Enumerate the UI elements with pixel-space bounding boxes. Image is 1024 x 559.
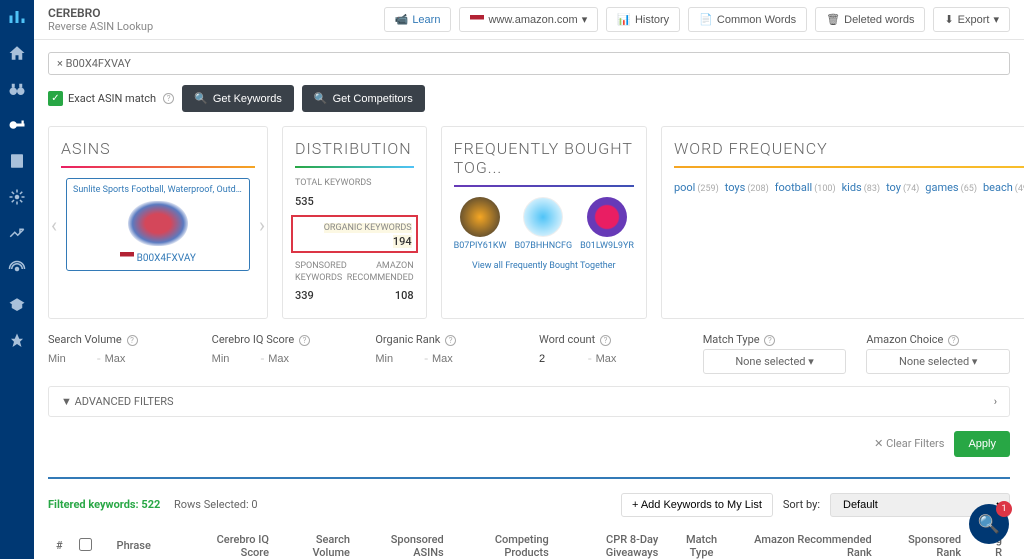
advanced-filters-toggle[interactable]: ▼ ADVANCED FILTERS› [48, 386, 1010, 417]
max-input[interactable] [268, 349, 313, 370]
us-flag-icon [120, 252, 134, 261]
broadcast-icon[interactable] [8, 260, 26, 278]
apply-button[interactable]: Apply [954, 431, 1010, 457]
common-words-button[interactable]: 📄 Common Words [688, 7, 807, 32]
word-cloud-word[interactable]: kids [842, 181, 862, 194]
key-icon[interactable] [8, 116, 26, 134]
export-button[interactable]: ⬇ Export ▾ [933, 7, 1010, 32]
word-cloud-word[interactable]: beach [983, 181, 1013, 194]
deleted-words-button[interactable]: 🗑 Deleted words [815, 7, 925, 32]
page-subtitle: Reverse ASIN Lookup [48, 20, 376, 33]
filter-label: Cerebro IQ Score ? [212, 333, 356, 346]
binoculars-icon[interactable] [8, 80, 26, 98]
asin-card[interactable]: Sunlite Sports Football, Waterproof, Out… [66, 178, 250, 271]
results-table: # Phrase Cerebro IQ Score Search Volume … [48, 527, 1010, 559]
product-image [128, 201, 188, 246]
match-type-select[interactable]: None selected ▾ [703, 349, 847, 374]
product-image [523, 197, 563, 237]
view-all-fbt-link[interactable]: View all Frequently Bought Together [454, 261, 634, 271]
home-icon[interactable] [8, 44, 26, 62]
chevron-right-icon: › [994, 395, 997, 408]
word-cloud-word[interactable]: football [775, 181, 812, 194]
max-input[interactable] [105, 349, 150, 370]
add-keywords-button[interactable]: + Add Keywords to My List [621, 493, 773, 517]
us-flag-icon [470, 15, 484, 24]
min-input[interactable] [375, 349, 420, 370]
fbt-item[interactable]: B07BHHNCFG [515, 197, 573, 251]
history-button[interactable]: 📊 History [606, 7, 680, 32]
filter-label: Word count ? [539, 333, 683, 346]
amazon-choice-select[interactable]: None selected ▾ [866, 349, 1010, 374]
max-input[interactable] [432, 349, 477, 370]
gear-icon[interactable] [8, 188, 26, 206]
word-cloud-word[interactable]: games [925, 181, 958, 194]
distribution-panel: DISTRIBUTION TOTAL KEYWORDS 535 ORGANIC … [282, 126, 427, 319]
filter-label: Organic Rank ? [375, 333, 519, 346]
get-keywords-button[interactable]: 🔍 Get Keywords [182, 85, 294, 112]
min-input[interactable] [212, 349, 257, 370]
document-icon[interactable] [8, 152, 26, 170]
learn-button[interactable]: 📹 Learn [384, 7, 452, 32]
min-input[interactable] [539, 349, 584, 370]
carousel-prev-icon[interactable]: ‹ [51, 213, 57, 237]
page-title: CEREBRO [48, 6, 376, 20]
fbt-item[interactable]: B01LW9L9YR [580, 197, 634, 251]
clear-filters-button[interactable]: ✕ Clear Filters [874, 437, 944, 450]
help-icon[interactable]: ? [163, 93, 174, 104]
max-input[interactable] [596, 349, 641, 370]
min-input[interactable] [48, 349, 93, 370]
asin-chip[interactable]: × B00X4FXVAY [48, 52, 1010, 75]
logo-icon[interactable] [8, 8, 26, 26]
pin-icon[interactable] [8, 332, 26, 350]
checkmark-icon: ✓ [48, 91, 63, 106]
organic-keywords-highlight: ORGANIC KEYWORDS 194 [291, 215, 418, 254]
trending-icon[interactable] [8, 224, 26, 242]
product-image [587, 197, 627, 237]
exact-match-checkbox[interactable]: ✓ Exact ASIN match ? [48, 91, 174, 106]
filter-label: Search Volume ? [48, 333, 192, 346]
fbt-item[interactable]: B07PIY61KW [454, 197, 507, 251]
word-cloud-word[interactable]: toy [886, 181, 901, 194]
filter-label: Amazon Choice ? [866, 333, 1010, 346]
word-cloud-word[interactable]: pool [674, 181, 695, 194]
word-cloud-word[interactable]: toys [725, 181, 746, 194]
select-all-checkbox[interactable] [79, 538, 92, 551]
word-frequency-panel: WORD FREQUENCY pool(259)toys(208)footbal… [661, 126, 1024, 319]
notification-badge: 1 [996, 501, 1012, 517]
product-image [460, 197, 500, 237]
help-chat-button[interactable]: 🔍 1 [969, 504, 1009, 544]
asins-panel: ASINS ‹ Sunlite Sports Football, Waterpr… [48, 126, 268, 319]
marketplace-button[interactable]: www.amazon.com ▾ [459, 7, 598, 32]
graduation-icon[interactable] [8, 296, 26, 314]
filter-label: Match Type ? [703, 333, 847, 346]
frequently-bought-panel: FREQUENTLY BOUGHT TOG... B07PIY61KW B07B… [441, 126, 647, 319]
get-competitors-button[interactable]: 🔍 Get Competitors [302, 85, 425, 112]
app-sidebar [0, 0, 34, 559]
topbar: CEREBRO Reverse ASIN Lookup 📹 Learn www.… [34, 0, 1024, 40]
carousel-next-icon[interactable]: › [259, 213, 265, 237]
